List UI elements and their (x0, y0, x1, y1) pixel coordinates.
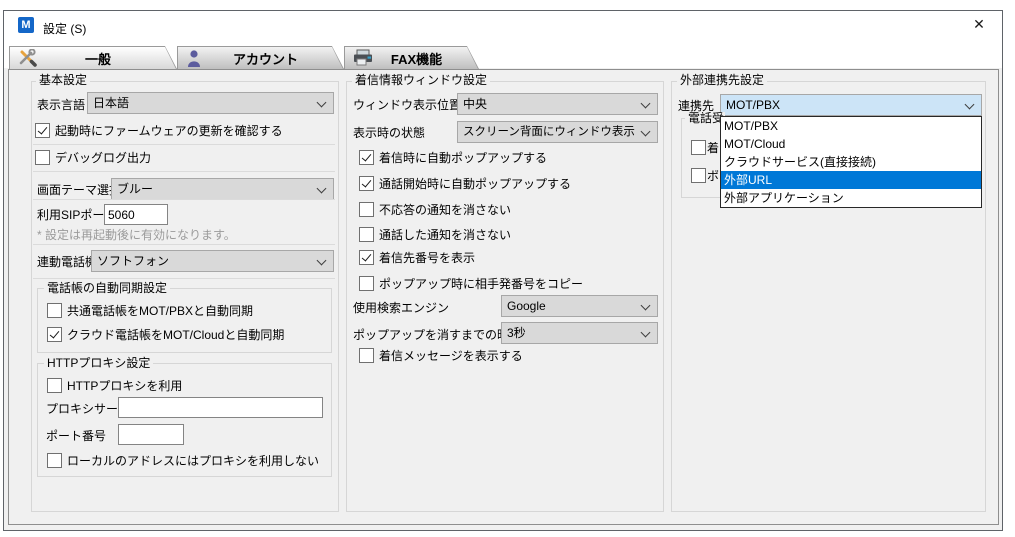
use-proxy-checkbox[interactable] (47, 378, 62, 393)
copy-caller-number-label: ポップアップ時に相手発番号をコピー (379, 278, 583, 291)
firmware-update-checkbox[interactable] (35, 123, 50, 138)
group-http-proxy-title: HTTPプロキシ設定 (44, 357, 153, 370)
show-callee-number-checkbox[interactable] (359, 250, 374, 265)
link-target-select[interactable]: MOT/PBX (720, 94, 982, 116)
proxy-port-input[interactable] (118, 424, 184, 445)
proxy-port-label: ポート番号 (46, 430, 106, 443)
tab-general[interactable]: 一般 (9, 46, 177, 69)
chevron-down-icon (965, 100, 975, 110)
panel-basic-title: 基本設定 (36, 74, 90, 87)
window-position-select[interactable]: 中央 (457, 93, 658, 115)
group-obscured-title-fragment: 電話受 (685, 112, 725, 125)
no-proxy-local-label: ローカルのアドレスにはプロキシを利用しない (67, 455, 319, 468)
popup-on-incoming-label: 着信時に自動ポップアップする (379, 152, 547, 165)
app-icon: M (18, 17, 34, 33)
chevron-down-icon (317, 184, 327, 194)
language-label: 表示言語 (37, 99, 85, 112)
sync-cloud-checkbox[interactable] (47, 327, 62, 342)
tab-account[interactable]: アカウント (177, 46, 344, 69)
separator (33, 244, 335, 245)
chevron-down-icon (641, 301, 651, 311)
dropdown-option[interactable]: 外部アプリケーション (721, 189, 981, 207)
language-select[interactable]: 日本語 (87, 92, 334, 114)
show-incoming-message-label: 着信メッセージを表示する (379, 350, 523, 363)
link-target-dropdown: MOT/PBX MOT/Cloud クラウドサービス(直接接続) 外部URL 外… (720, 116, 982, 208)
popup-on-callstart-checkbox[interactable] (359, 176, 374, 191)
window-position-label: ウィンドウ表示位置 (353, 99, 461, 112)
search-engine-label: 使用検索エンジン (353, 302, 449, 315)
proxy-server-input[interactable] (118, 397, 323, 418)
copy-caller-number-checkbox[interactable] (359, 276, 374, 291)
obscured-checkbox-1[interactable] (691, 140, 706, 155)
use-proxy-label: HTTPプロキシを利用 (67, 380, 182, 393)
chevron-down-icon (641, 127, 651, 137)
keep-missed-notice-checkbox[interactable] (359, 202, 374, 217)
dropdown-option[interactable]: MOT/PBX (721, 117, 981, 135)
close-icon[interactable]: ✕ (966, 14, 992, 34)
screen: M 設定 (S) ✕ 一般 (0, 0, 1015, 537)
show-callee-number-label: 着信先番号を表示 (379, 252, 475, 265)
sync-pbx-label: 共通電話帳をMOT/PBXと自動同期 (67, 305, 253, 318)
theme-select[interactable]: ブルー (111, 178, 334, 200)
debug-log-checkbox[interactable] (35, 150, 50, 165)
chevron-down-icon (641, 99, 651, 109)
linked-phone-select[interactable]: ソフトフォン (91, 250, 334, 272)
chevron-down-icon (317, 98, 327, 108)
separator (33, 144, 335, 145)
keep-answered-notice-checkbox[interactable] (359, 227, 374, 242)
panel-incoming-title: 着信情報ウィンドウ設定 (352, 74, 490, 87)
window-title: 設定 (S) (43, 20, 86, 37)
popup-on-callstart-label: 通話開始時に自動ポップアップする (379, 178, 571, 191)
person-icon (186, 49, 206, 67)
dropdown-option-highlighted[interactable]: 外部URL (721, 171, 981, 189)
chevron-down-icon (317, 256, 327, 266)
keep-missed-notice-label: 不応答の通知を消さない (379, 204, 511, 217)
popup-timeout-select[interactable]: 3秒 (501, 322, 658, 344)
fax-icon (353, 49, 373, 67)
display-state-label: 表示時の状態 (353, 127, 425, 140)
settings-window: M 設定 (S) ✕ 一般 (3, 10, 1003, 531)
obscured-checkbox-2[interactable] (691, 168, 706, 183)
group-phonebook-sync (37, 288, 332, 353)
search-engine-select[interactable]: Google (501, 295, 658, 317)
tab-fax[interactable]: FAX機能 (344, 46, 479, 69)
dropdown-option[interactable]: MOT/Cloud (721, 135, 981, 153)
firmware-update-label: 起動時にファームウェアの更新を確認する (55, 125, 283, 138)
tab-general-label: 一般 (38, 49, 158, 68)
separator (33, 199, 335, 200)
group-phonebook-sync-title: 電話帳の自動同期設定 (44, 282, 170, 295)
tab-account-label: アカウント (206, 49, 325, 68)
popup-on-incoming-checkbox[interactable] (359, 150, 374, 165)
sync-cloud-label: クラウド電話帳をMOT/Cloudと自動同期 (67, 329, 284, 342)
popup-timeout-label: ポップアップを消すまでの時間 (353, 329, 521, 342)
keep-answered-notice-label: 通話した通知を消さない (379, 229, 511, 242)
tab-fax-label: FAX機能 (373, 49, 460, 68)
panel-external-title: 外部連携先設定 (677, 74, 767, 87)
sync-pbx-checkbox[interactable] (47, 303, 62, 318)
tools-icon (18, 49, 38, 67)
linked-phone-label: 連動電話機 (37, 256, 97, 269)
display-state-select[interactable]: スクリーン背面にウィンドウ表示 (457, 121, 658, 143)
sip-restart-note: * 設定は再起動後に有効になります。 (37, 229, 236, 242)
theme-label: 画面テーマ選択 (37, 184, 121, 197)
no-proxy-local-checkbox[interactable] (47, 453, 62, 468)
obscured-checkbox-1-label-fragment: 着 (707, 142, 720, 155)
chevron-down-icon (641, 328, 651, 338)
show-incoming-message-checkbox[interactable] (359, 348, 374, 363)
obscured-checkbox-2-label-fragment: ポ (707, 170, 720, 183)
separator (33, 278, 335, 279)
dropdown-option[interactable]: クラウドサービス(直接接続) (721, 153, 981, 171)
separator (33, 171, 335, 172)
debug-log-label: デバッグログ出力 (55, 152, 151, 165)
sip-port-input[interactable] (104, 204, 168, 225)
